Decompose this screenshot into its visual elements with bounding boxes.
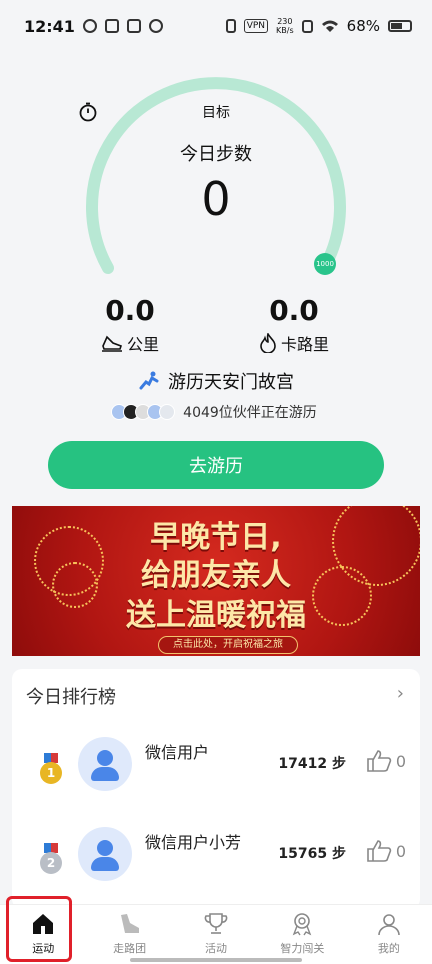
sim-icon <box>301 19 313 33</box>
shoe-icon <box>120 914 139 933</box>
app-notification-icon <box>104 19 119 33</box>
tour-title: 游历天安门故宫 <box>168 372 294 393</box>
distance-stat: 0.0 公里 <box>70 294 190 355</box>
tab-walking-group[interactable]: 走路团 <box>86 905 172 964</box>
user-name: 微信用户 <box>145 743 210 762</box>
vpn-badge: VPN <box>243 19 269 33</box>
user-name: 微信用户小芳 <box>145 833 242 852</box>
ranking-row[interactable]: 1 微信用户 17412 步 0 <box>12 725 420 805</box>
home-indicator[interactable] <box>130 958 302 962</box>
tab-puzzle[interactable]: 智力闯关 <box>259 905 345 964</box>
avatar <box>78 737 132 791</box>
partners-count: 4049位伙伴正在游历 <box>183 405 317 421</box>
battery-percent: 68% <box>346 17 380 35</box>
active-tab-highlight <box>6 896 72 962</box>
network-speed: 230 KB/s <box>276 17 294 35</box>
download-icon <box>126 19 141 33</box>
notification-icon <box>82 19 97 33</box>
timer-icon <box>79 102 97 122</box>
today-steps-label: 今日步数 <box>180 144 252 165</box>
vibrate-icon <box>225 19 236 33</box>
tab-label: 走路团 <box>113 942 147 955</box>
chevron-right-icon[interactable]: › <box>397 683 404 704</box>
step-gauge: 目标 今日步数 0 1000 <box>78 72 354 292</box>
user-steps: 17412 步 <box>278 756 346 772</box>
silver-medal-icon: 2 <box>40 843 62 874</box>
distance-label: 公里 <box>126 335 159 354</box>
banner-line-2: 给朋友亲人 <box>141 558 291 593</box>
shoe-distance-icon <box>101 335 122 352</box>
goal-label: 目标 <box>202 105 230 121</box>
medal-rank: 1 <box>40 762 62 784</box>
battery-icon <box>388 20 412 32</box>
ribbon-badge-icon <box>293 913 312 936</box>
partner-avatar <box>159 404 176 420</box>
go-tour-button[interactable]: 去游历 <box>48 441 384 489</box>
trophy-icon <box>204 913 228 934</box>
person-icon <box>378 914 400 936</box>
tab-label: 我的 <box>377 942 400 955</box>
goal-marker: 1000 <box>314 253 336 275</box>
medal-rank: 2 <box>40 852 62 874</box>
like-button[interactable]: 0 <box>366 839 406 863</box>
user-steps: 15765 步 <box>278 846 346 862</box>
gold-medal-icon: 1 <box>40 753 62 784</box>
calorie-value: 0.0 <box>269 294 319 327</box>
calorie-label: 卡路里 <box>280 335 329 354</box>
app-badge-icon <box>148 19 163 33</box>
status-bar: 12:41 VPN 230 KB/s 68% <box>0 0 432 52</box>
speed-unit: KB/s <box>276 26 294 35</box>
like-count: 0 <box>395 841 406 861</box>
tab-label: 活动 <box>205 942 228 955</box>
calorie-stat: 0.0 卡路里 <box>234 294 354 355</box>
tour-title-row[interactable]: 游历天安门故宫 <box>0 368 432 394</box>
banner-line-3: 送上温暖祝福 <box>126 598 306 633</box>
tab-label: 智力闯关 <box>280 942 325 955</box>
runner-icon <box>139 371 159 390</box>
avatar <box>78 827 132 881</box>
status-time: 12:41 <box>24 16 75 36</box>
partners-row: 4049位伙伴正在游历 <box>0 402 432 422</box>
tab-mine[interactable]: 我的 <box>346 905 432 964</box>
ranking-row[interactable]: 2 微信用户小芳 15765 步 0 <box>12 815 420 895</box>
partner-avatars <box>111 404 176 420</box>
thumbs-up-icon <box>367 750 392 772</box>
goal-row[interactable]: 目标 <box>78 102 354 122</box>
greeting-banner[interactable]: 早晚节日, 给朋友亲人 送上温暖祝福 点击此处，开启祝福之旅 <box>12 506 420 656</box>
ranking-card: 今日排行榜 › 1 微信用户 17412 步 0 2 微信用户小芳 15765 … <box>12 669 420 909</box>
ranking-title: 今日排行榜 <box>26 687 116 708</box>
like-button[interactable]: 0 <box>366 749 406 773</box>
tab-activity[interactable]: 活动 <box>173 905 259 964</box>
flame-icon <box>260 333 276 353</box>
banner-cta[interactable]: 点击此处，开启祝福之旅 <box>158 636 298 654</box>
distance-value: 0.0 <box>105 294 155 327</box>
thumbs-up-icon <box>367 840 392 862</box>
today-steps-value: 0 <box>201 172 231 226</box>
speed-value: 230 <box>277 17 293 26</box>
wifi-icon <box>321 20 338 32</box>
like-count: 0 <box>395 751 406 771</box>
